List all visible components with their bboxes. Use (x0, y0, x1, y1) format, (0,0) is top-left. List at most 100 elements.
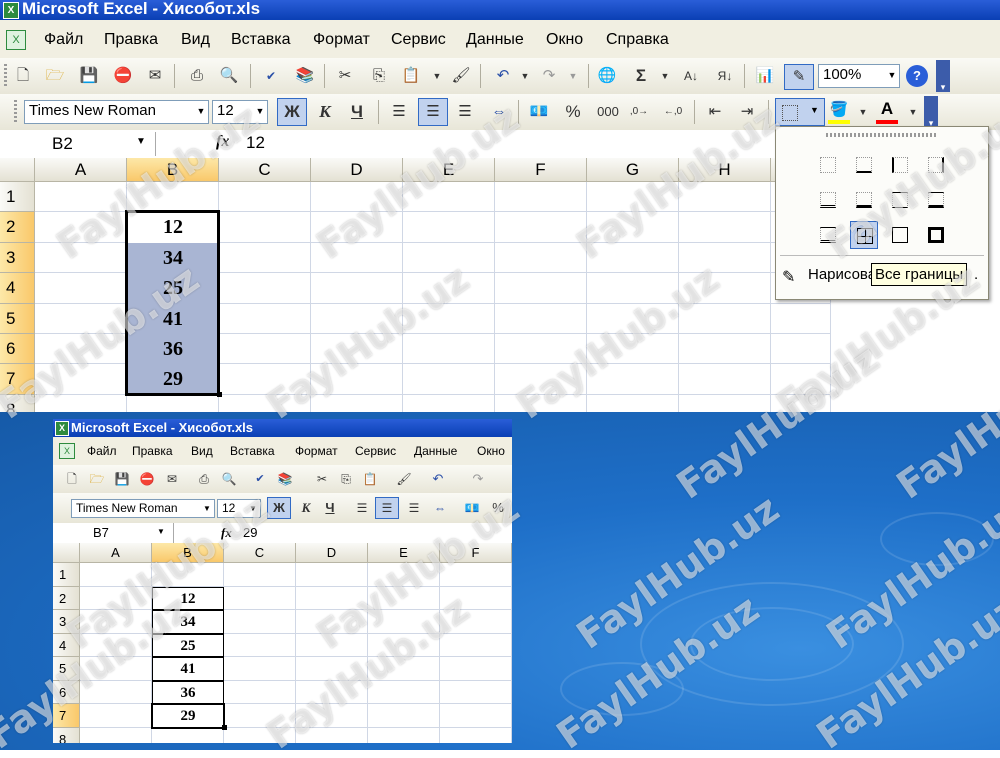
help-icon[interactable]: ? (906, 65, 928, 87)
cell-e6[interactable] (368, 680, 440, 704)
chevron-down-icon[interactable]: ▼ (902, 101, 924, 123)
chevron-down-icon[interactable]: ▼ (157, 527, 165, 536)
research-icon[interactable]: 📚 (294, 65, 316, 87)
cell-f3[interactable] (495, 242, 587, 274)
cell-e2[interactable] (368, 586, 440, 610)
right-border-button[interactable] (922, 151, 950, 179)
cell-a1[interactable] (35, 182, 127, 213)
name-box[interactable]: B7 ▼ (53, 523, 174, 543)
no-border-button[interactable] (814, 151, 842, 179)
format-painter-icon[interactable]: 🖌 (450, 65, 472, 87)
outside-borders-button[interactable] (886, 221, 914, 249)
cell-e3[interactable] (403, 242, 495, 274)
cell-e6[interactable] (403, 334, 495, 365)
cell-a8[interactable] (80, 727, 152, 743)
cell-d4[interactable] (296, 633, 368, 657)
menu-edit[interactable]: Правка (104, 31, 158, 49)
italic-button[interactable]: К (314, 101, 336, 123)
cell-f5[interactable] (440, 657, 512, 681)
column-header-d[interactable]: D (296, 543, 368, 563)
cell-f7[interactable] (440, 704, 512, 728)
cell-f1[interactable] (495, 182, 587, 213)
cell-h2[interactable] (679, 212, 771, 243)
cell-f1[interactable] (440, 563, 512, 587)
cell-d7[interactable] (311, 364, 403, 395)
cell-h1[interactable] (679, 182, 771, 213)
cell-h5[interactable] (679, 303, 771, 334)
currency-icon[interactable]: 💶 (461, 497, 483, 519)
cell-a5[interactable] (80, 657, 152, 681)
cell-f8[interactable] (440, 727, 512, 743)
column-header-b[interactable]: B (127, 158, 219, 182)
column-header-c[interactable]: C (219, 158, 311, 182)
cell-к8[interactable] (771, 394, 831, 412)
cell-a2[interactable] (35, 212, 127, 243)
borders-button[interactable]: ▼ (775, 98, 825, 126)
cell-d1[interactable] (296, 563, 368, 587)
cell-c6[interactable] (219, 334, 311, 365)
cell-a3[interactable] (35, 242, 127, 274)
cell-g3[interactable] (587, 242, 679, 274)
align-right-icon[interactable]: ☰ (454, 101, 476, 123)
row-header-5[interactable]: 5 (0, 303, 35, 334)
save-icon[interactable]: 💾 (111, 468, 133, 490)
cut-icon[interactable]: ✂ (311, 468, 333, 490)
permission-icon[interactable]: ⛔ (136, 468, 158, 490)
save-icon[interactable]: 💾 (78, 65, 100, 87)
redo-icon[interactable]: ↷ (538, 65, 560, 87)
cell-c5[interactable] (219, 303, 311, 334)
column-header-g[interactable]: G (587, 158, 679, 182)
column-header-e[interactable]: E (403, 158, 495, 182)
cell-g2[interactable] (587, 212, 679, 243)
row-header-1[interactable]: 1 (53, 563, 80, 587)
cell-c7[interactable] (224, 704, 296, 728)
cell-c6[interactable] (224, 680, 296, 704)
menu-file[interactable]: Файл (87, 444, 117, 458)
all-borders-button[interactable] (850, 221, 878, 249)
row-header-4[interactable]: 4 (0, 273, 35, 304)
align-left-icon[interactable]: ☰ (351, 497, 373, 519)
cell-e4[interactable] (368, 633, 440, 657)
cell-a5[interactable] (35, 303, 127, 334)
cell-c4[interactable] (224, 633, 296, 657)
cell-g6[interactable] (587, 334, 679, 365)
copy-icon[interactable]: ⎘ (368, 65, 390, 87)
select-all-corner[interactable] (53, 543, 80, 563)
row-header-5[interactable]: 5 (53, 657, 80, 681)
bold-button[interactable]: Ж (277, 98, 307, 126)
column-header-a[interactable]: A (80, 543, 152, 563)
thick-box-border-button[interactable] (922, 221, 950, 249)
row-header-4[interactable]: 4 (53, 633, 80, 657)
cell-c2[interactable] (219, 212, 311, 243)
menu-edit[interactable]: Правка (132, 444, 173, 458)
fill-color-icon[interactable]: 🪣 (828, 99, 850, 121)
cell-f4[interactable] (495, 273, 587, 304)
column-header-a[interactable]: A (35, 158, 127, 182)
menu-file[interactable]: Файл (44, 31, 83, 49)
chart-wizard-icon[interactable]: 📊 (754, 65, 776, 87)
email-icon[interactable]: ✉ (161, 468, 183, 490)
print-icon[interactable]: ⎙ (186, 65, 208, 87)
menu-insert[interactable]: Вставка (230, 444, 275, 458)
cell-h3[interactable] (679, 242, 771, 274)
menu-window[interactable]: Окно (546, 31, 583, 49)
cell-f6[interactable] (495, 334, 587, 365)
bold-button[interactable]: Ж (267, 497, 291, 519)
menu-window[interactable]: Окно (477, 444, 505, 458)
font-name-combo[interactable]: Times New Roman ▼ (71, 499, 215, 518)
workbook-icon[interactable]: X (59, 443, 75, 459)
column-header-b[interactable]: B (152, 543, 224, 563)
row-header-3[interactable]: 3 (0, 242, 35, 274)
column-header-f[interactable]: F (440, 543, 512, 563)
cell-d5[interactable] (311, 303, 403, 334)
align-left-icon[interactable]: ☰ (388, 101, 410, 123)
top-bottom-border-button[interactable] (886, 186, 914, 214)
font-name-combo[interactable]: Times New Roman ▼ (24, 100, 209, 124)
paste-dropdown-icon[interactable]: ▼ (426, 65, 448, 87)
increase-indent-icon[interactable]: ⇥ (736, 101, 758, 123)
menu-tools[interactable]: Сервис (355, 444, 396, 458)
open-icon[interactable]: 🗁 (44, 65, 66, 87)
cell-c8[interactable] (224, 727, 296, 743)
cell-g7[interactable] (587, 364, 679, 395)
fill-handle[interactable] (217, 391, 222, 397)
